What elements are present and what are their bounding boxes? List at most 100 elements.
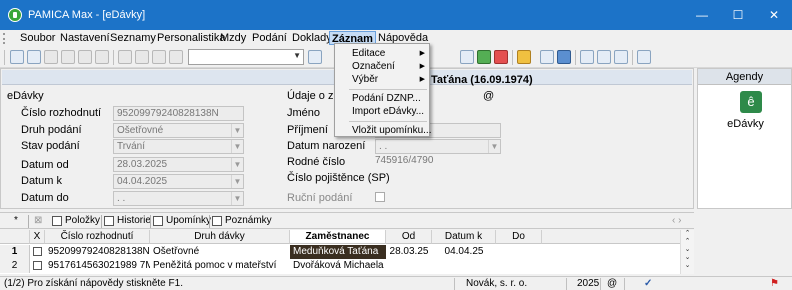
menu-seznamy[interactable]: Seznamy	[108, 31, 158, 45]
tab-polozky[interactable]: Položky	[65, 215, 100, 226]
grid-header-x[interactable]: X	[30, 230, 45, 244]
chevron-down-icon: ▼	[231, 124, 243, 137]
datum-od-value: 28.03.2025	[117, 159, 168, 170]
export-icon[interactable]	[78, 50, 92, 64]
stav-podani-value: Trvání	[117, 141, 145, 152]
chevron-down-icon: ▼	[231, 158, 243, 171]
rucni-podani-label: Ruční podání	[287, 192, 353, 204]
grid-header-druh[interactable]: Druh dávky	[150, 230, 290, 244]
window-list-icon[interactable]	[614, 50, 628, 64]
grid-scrollbar[interactable]: ⌃ ⌃ ⌄ ⌄ ⌄	[680, 230, 694, 274]
filter-icon[interactable]	[308, 50, 322, 64]
red-flag-icon[interactable]	[494, 50, 508, 64]
cislo-rozhodnuti-field[interactable]: 95209979240828138N	[113, 106, 244, 121]
cell-od[interactable]: 28.03.25	[386, 245, 432, 259]
cell-cislo[interactable]: 95209979240828138N	[45, 245, 150, 259]
status-bar: (1/2) Pro získání nápovědy stiskněte F1.…	[0, 276, 792, 290]
help-icon[interactable]	[637, 50, 651, 64]
cell-cislo[interactable]: 9517614563021989 7M	[45, 259, 150, 273]
menu-item-oznaceni[interactable]: Označení ▶	[335, 60, 429, 73]
list-icon	[52, 216, 62, 226]
menu-item-editace[interactable]: Editace ▶	[335, 47, 429, 60]
print-preview-icon[interactable]	[61, 50, 75, 64]
maximize-button[interactable]: ☐	[720, 0, 756, 30]
menu-item-podani-dznp[interactable]: Podání DZNP...	[335, 92, 429, 105]
tabs-separator	[28, 215, 29, 228]
row-checkbox[interactable]	[33, 261, 42, 270]
toolbar-separator	[575, 50, 576, 65]
section-label: eDávky	[7, 90, 44, 102]
window-alt-icon[interactable]	[597, 50, 611, 64]
tabs-nav-arrows[interactable]: ‹ ›	[672, 215, 681, 226]
cell-zamestnanec[interactable]: Meduňková Taťána	[290, 245, 386, 259]
menu-podani[interactable]: Podání	[250, 31, 289, 45]
pamica-app-icon	[8, 8, 22, 22]
grid-header-datum-k[interactable]: Datum k	[432, 230, 496, 244]
menu-separator	[349, 121, 427, 122]
calculator-icon[interactable]	[540, 50, 554, 64]
menu-item-import-edavky[interactable]: Import eDávky...	[335, 105, 429, 118]
save-icon[interactable]	[135, 50, 149, 64]
copy-record-icon[interactable]	[27, 50, 41, 64]
new-record-icon[interactable]	[10, 50, 24, 64]
tab-upominky[interactable]: Upomínky	[166, 215, 211, 226]
report-icon[interactable]	[95, 50, 109, 64]
tab-historie[interactable]: Historie	[117, 215, 151, 226]
tab-poznamky[interactable]: Poznámky	[225, 215, 272, 226]
cell-datum-k[interactable]: 04.04.25	[432, 245, 496, 259]
menu-item-vyber[interactable]: Výběr ▶	[335, 73, 429, 86]
druh-podani-select[interactable]: Ošetřovné ▼	[113, 123, 244, 138]
grid-header-do[interactable]: Do	[496, 230, 542, 244]
grid-header-od[interactable]: Od	[386, 230, 432, 244]
chevron-down-icon: ▼	[231, 175, 243, 188]
cell-datum-k[interactable]	[432, 259, 496, 273]
cancel-icon[interactable]	[169, 50, 183, 64]
stav-podani-select[interactable]: Trvání ▼	[113, 139, 244, 154]
datum-od-field[interactable]: 28.03.2025 ▼	[113, 157, 244, 172]
menu-nastaveni[interactable]: Nastavení	[58, 31, 112, 45]
row-number[interactable]: 2	[0, 259, 30, 273]
row-checkbox[interactable]	[33, 247, 42, 256]
menu-item-oznaceni-label: Označení	[352, 61, 395, 72]
page-icon[interactable]	[118, 50, 132, 64]
grid-header-zamestnanec[interactable]: Zaměstnanec	[290, 230, 386, 244]
row-number[interactable]: 1	[0, 245, 30, 259]
grid-corner	[0, 230, 30, 244]
print-icon[interactable]	[44, 50, 58, 64]
cell-druh[interactable]: Ošetřovné	[150, 245, 290, 259]
green-flag-icon[interactable]	[477, 50, 491, 64]
edavky-tile-icon[interactable]: ê	[740, 91, 762, 113]
menu-separator	[349, 89, 427, 90]
title-bar: PAMICA Max - [eDávky] — ☐ ✕	[0, 0, 792, 30]
rucni-podani-checkbox[interactable]	[375, 192, 385, 202]
cell-druh[interactable]: Peněžitá pomoc v mateřství	[150, 259, 290, 273]
toolbar-separator	[512, 50, 513, 65]
filter-clear-icon[interactable]: ⊠	[34, 215, 42, 226]
datum-do-field[interactable]: . . ▼	[113, 191, 244, 206]
menu-item-vlozit-upominku[interactable]: Vložit upomínku...	[335, 124, 431, 137]
cell-do[interactable]	[496, 245, 542, 259]
cell-do[interactable]	[496, 259, 542, 273]
edavky-tile-label[interactable]: eDávky	[698, 118, 792, 130]
save-all-icon[interactable]	[152, 50, 166, 64]
menu-doklady[interactable]: Doklady	[290, 31, 334, 45]
menu-personalistika[interactable]: Personalistika	[155, 31, 227, 45]
grid-header-cislo[interactable]: Číslo rozhodnutí	[45, 230, 150, 244]
close-button[interactable]: ✕	[756, 0, 792, 30]
email-icon[interactable]: @	[483, 90, 494, 102]
folder-icon[interactable]	[517, 50, 531, 64]
cell-zamestnanec[interactable]: Dvořáková Michaela	[290, 259, 386, 273]
datum-narozeni-field[interactable]: . . ▼	[375, 139, 501, 154]
minimize-button[interactable]: —	[684, 0, 720, 30]
menu-mzdy[interactable]: Mzdy	[218, 31, 248, 45]
cell-od[interactable]	[386, 259, 432, 273]
toolbar-combo[interactable]: ▼	[188, 49, 304, 65]
refresh-icon[interactable]	[460, 50, 474, 64]
iban-icon[interactable]	[557, 50, 571, 64]
datum-k-field[interactable]: 04.04.2025 ▼	[113, 174, 244, 189]
status-separator	[454, 278, 455, 290]
employee-header: Taťána (16.09.1974)	[431, 74, 533, 86]
window-icon[interactable]	[580, 50, 594, 64]
menu-item-vyber-label: Výběr	[352, 74, 379, 85]
menu-soubor[interactable]: Soubor	[18, 31, 57, 45]
